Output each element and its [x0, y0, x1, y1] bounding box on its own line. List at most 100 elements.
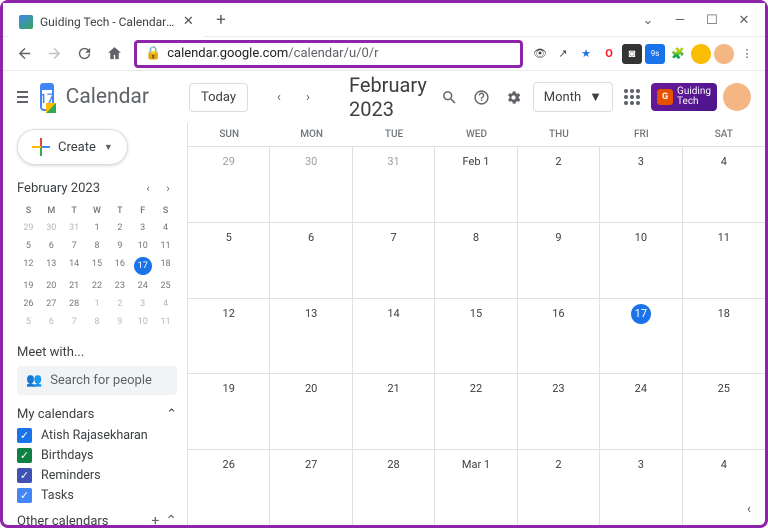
day-cell[interactable]: 13	[270, 299, 352, 374]
google-apps-icon[interactable]	[619, 84, 645, 110]
day-cell[interactable]: 14	[353, 299, 435, 374]
checkbox-icon[interactable]: ✓	[17, 488, 32, 503]
mini-day[interactable]: 10	[131, 237, 154, 255]
day-cell[interactable]: 9	[518, 223, 600, 298]
calendar-item[interactable]: ✓Tasks	[17, 488, 177, 503]
chevron-up-icon[interactable]: ⌃	[165, 513, 177, 525]
day-cell[interactable]: Feb 1	[435, 147, 517, 222]
day-cell[interactable]: 29	[188, 147, 270, 222]
search-people-input[interactable]: 👥 Search for people	[17, 366, 177, 395]
calendar-item[interactable]: ✓Birthdays	[17, 448, 177, 463]
mini-day[interactable]: 19	[17, 277, 40, 295]
mini-prev-button[interactable]: ‹	[139, 179, 157, 197]
home-button[interactable]	[101, 41, 127, 67]
new-tab-button[interactable]: +	[210, 9, 232, 31]
mini-day[interactable]: 16	[108, 255, 131, 277]
maximize-icon[interactable]: ☐	[697, 9, 727, 31]
account-avatar[interactable]	[723, 83, 751, 111]
mini-day[interactable]: 5	[17, 313, 40, 331]
share-icon[interactable]: ↗	[553, 44, 573, 64]
mini-day[interactable]: 8	[86, 237, 109, 255]
day-cell[interactable]: 6	[270, 223, 352, 298]
extension-2-icon[interactable]: 9s	[645, 44, 665, 64]
day-cell[interactable]: 11	[683, 223, 765, 298]
day-cell[interactable]: 19	[188, 374, 270, 449]
next-month-button[interactable]: ›	[295, 84, 321, 110]
mini-day[interactable]: 12	[17, 255, 40, 277]
mini-day[interactable]: 3	[131, 295, 154, 313]
menu-dots-icon[interactable]: ⋮	[737, 44, 757, 64]
settings-gear-icon[interactable]	[501, 84, 527, 110]
mini-day[interactable]: 2	[108, 295, 131, 313]
day-cell[interactable]: 3	[600, 450, 682, 525]
mini-day[interactable]: 17	[134, 257, 152, 275]
day-cell[interactable]: 16	[518, 299, 600, 374]
mini-day[interactable]: 3	[131, 219, 154, 237]
mini-day[interactable]: 25	[154, 277, 177, 295]
browser-tab[interactable]: Guiding Tech - Calendar - Febru ✕	[9, 7, 204, 37]
mini-day[interactable]: 6	[40, 237, 63, 255]
bookmark-star-icon[interactable]: ★	[576, 44, 596, 64]
day-cell[interactable]: 27	[270, 450, 352, 525]
day-cell[interactable]: 18	[683, 299, 765, 374]
mini-next-button[interactable]: ›	[159, 179, 177, 197]
prev-month-button[interactable]: ‹	[266, 84, 292, 110]
reload-button[interactable]	[71, 41, 97, 67]
other-calendars-toggle[interactable]: Other calendars	[17, 514, 109, 526]
day-cell[interactable]: 28	[353, 450, 435, 525]
mini-day[interactable]: 18	[154, 255, 177, 277]
mini-day[interactable]: 14	[63, 255, 86, 277]
mini-day[interactable]: 29	[17, 219, 40, 237]
day-cell[interactable]: 15	[435, 299, 517, 374]
day-cell[interactable]: 10	[600, 223, 682, 298]
mini-day[interactable]: 26	[17, 295, 40, 313]
help-icon[interactable]	[469, 84, 495, 110]
mini-day[interactable]: 28	[63, 295, 86, 313]
day-cell[interactable]: 30	[270, 147, 352, 222]
day-cell[interactable]: 25	[683, 374, 765, 449]
checkbox-icon[interactable]: ✓	[17, 448, 32, 463]
day-cell[interactable]: 5	[188, 223, 270, 298]
mini-day[interactable]: 30	[40, 219, 63, 237]
calendar-item[interactable]: ✓Reminders	[17, 468, 177, 483]
day-cell[interactable]: 20	[270, 374, 352, 449]
day-cell[interactable]: 12	[188, 299, 270, 374]
show-side-panel-button[interactable]: ‹	[739, 499, 759, 519]
day-cell[interactable]: 7	[353, 223, 435, 298]
minimize-icon[interactable]: —	[665, 9, 695, 31]
mini-day[interactable]: 4	[154, 219, 177, 237]
mini-day[interactable]: 21	[63, 277, 86, 295]
chrome-profile-icon[interactable]	[691, 44, 711, 64]
today-button[interactable]: Today	[189, 83, 248, 112]
calendar-item[interactable]: ✓Atish Rajasekharan	[17, 428, 177, 443]
my-calendars-toggle[interactable]: My calendars ⌃	[17, 407, 177, 422]
eye-icon[interactable]: 👁	[530, 44, 550, 64]
mini-day[interactable]: 8	[86, 313, 109, 331]
forward-button[interactable]	[41, 41, 67, 67]
mini-day[interactable]: 31	[63, 219, 86, 237]
mini-day[interactable]: 1	[86, 219, 109, 237]
mini-day[interactable]: 5	[17, 237, 40, 255]
add-calendar-icon[interactable]: +	[151, 513, 159, 525]
chevron-down-icon[interactable]: ⌄	[633, 9, 663, 31]
day-cell[interactable]: 23	[518, 374, 600, 449]
extension-1-icon[interactable]: ◙	[622, 44, 642, 64]
mini-day[interactable]: 10	[131, 313, 154, 331]
main-menu-button[interactable]	[17, 91, 28, 103]
view-selector[interactable]: Month ▼	[533, 82, 613, 112]
day-cell[interactable]: 24	[600, 374, 682, 449]
extensions-puzzle-icon[interactable]: 🧩	[668, 44, 688, 64]
mini-day[interactable]: 6	[40, 313, 63, 331]
day-cell[interactable]: 2	[518, 147, 600, 222]
mini-day[interactable]: 23	[108, 277, 131, 295]
day-cell[interactable]: 8	[435, 223, 517, 298]
close-window-icon[interactable]: ✕	[729, 9, 759, 31]
mini-day[interactable]: 7	[63, 237, 86, 255]
mini-day[interactable]: 27	[40, 295, 63, 313]
avatar-small-icon[interactable]	[714, 44, 734, 64]
day-cell[interactable]: 21	[353, 374, 435, 449]
mini-day[interactable]: 13	[40, 255, 63, 277]
mini-day[interactable]: 2	[108, 219, 131, 237]
mini-day[interactable]: 20	[40, 277, 63, 295]
checkbox-icon[interactable]: ✓	[17, 428, 32, 443]
